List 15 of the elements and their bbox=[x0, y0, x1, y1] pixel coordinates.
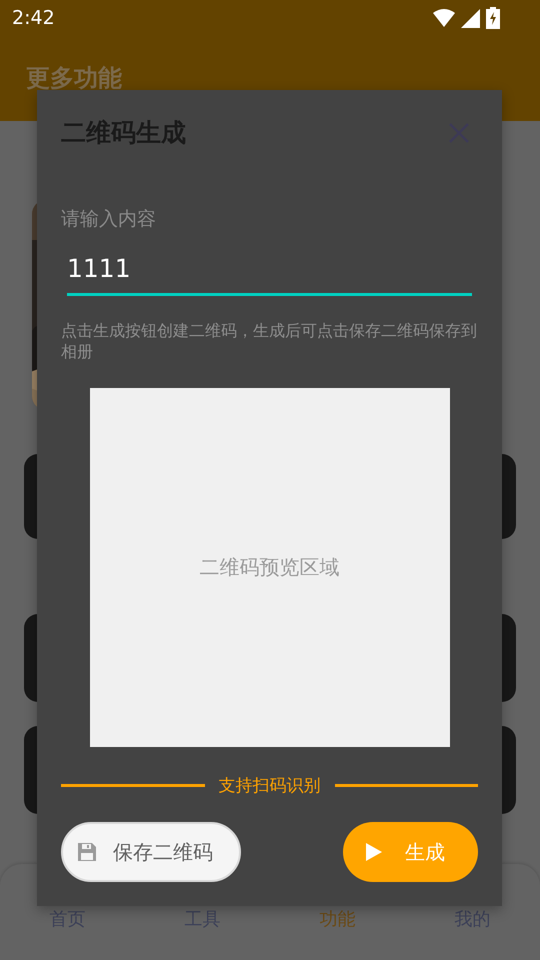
status-time: 2:42 bbox=[12, 7, 55, 29]
battery-icon bbox=[486, 7, 500, 29]
play-icon bbox=[365, 842, 383, 862]
nav-tab[interactable]: 功能 bbox=[320, 907, 356, 931]
wifi-icon bbox=[433, 9, 455, 27]
save-icon bbox=[77, 842, 97, 862]
input-field[interactable]: 1111 bbox=[67, 254, 472, 293]
caption-text: 支持扫码识别 bbox=[218, 775, 320, 797]
hint-text: 点击生成按钮创建二维码，生成后可点击保存二维码保存到相册 bbox=[61, 320, 478, 362]
generate-button[interactable]: 生成 bbox=[343, 822, 478, 882]
signal-icon bbox=[461, 8, 480, 28]
preview-text: 二维码预览区域 bbox=[200, 554, 340, 581]
page-title: 更多功能 bbox=[25, 63, 123, 94]
save-button[interactable]: 保存二维码 bbox=[61, 822, 241, 882]
field-label: 请输入内容 bbox=[61, 207, 157, 232]
